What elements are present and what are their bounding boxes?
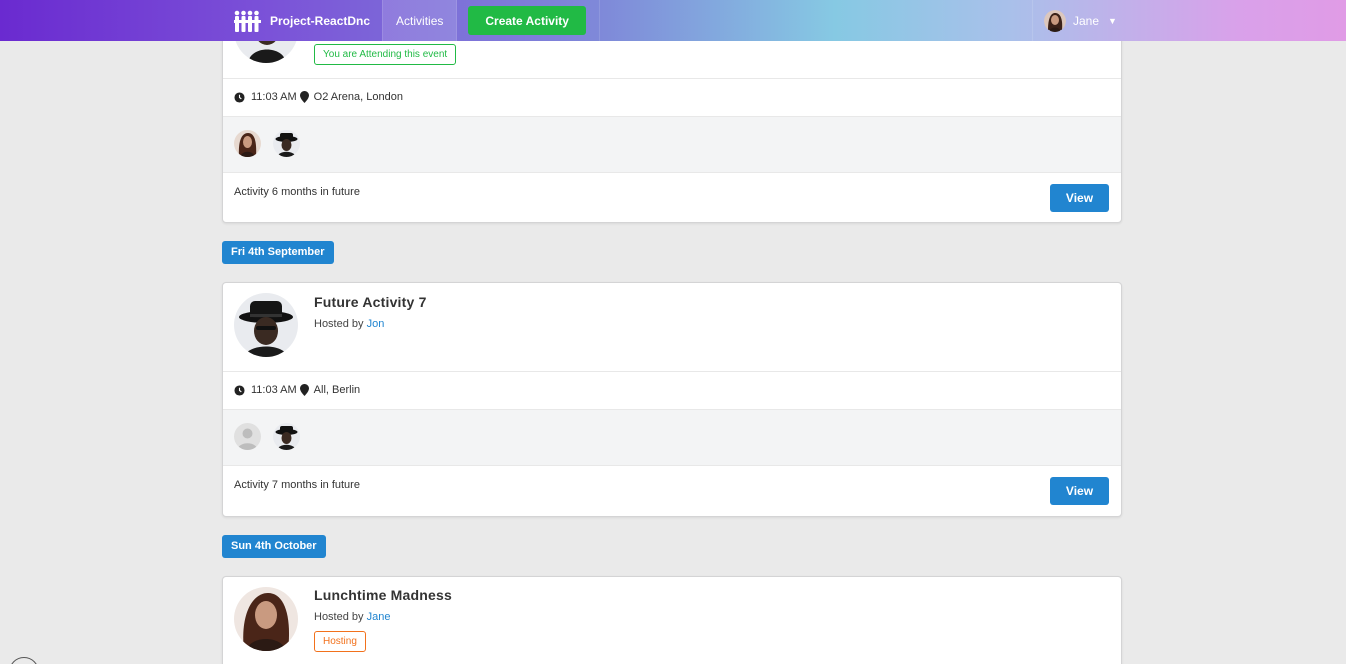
user-avatar: [1044, 9, 1066, 32]
nav-activities[interactable]: Activities: [382, 0, 458, 41]
logo-icon: [234, 10, 261, 32]
view-button[interactable]: View: [1050, 184, 1109, 212]
clock-icon: [234, 91, 245, 103]
brand-name: Project-ReactDnc: [270, 13, 371, 28]
activity-time: 11:03 AM: [251, 384, 297, 396]
activity-time: 11:03 AM: [251, 91, 297, 103]
hosted-by: Hosted by Jane: [314, 611, 390, 623]
attendee-avatar[interactable]: [273, 130, 300, 157]
host-link[interactable]: Jon: [367, 318, 385, 330]
activity-card: Lunchtime Madness Hosted by Jane Hosting: [222, 576, 1122, 664]
view-button[interactable]: View: [1050, 477, 1109, 505]
top-navbar: Project-ReactDnc Activities Create Activ…: [0, 0, 1346, 41]
hosting-badge: Hosting: [314, 631, 366, 652]
attendee-list: [234, 423, 312, 450]
brand-link[interactable]: Project-ReactDnc: [222, 0, 382, 41]
activity-card: Future Activity 7 Hosted by Jon 11:03 AM…: [222, 282, 1122, 517]
map-marker-icon: [299, 91, 309, 103]
attendee-avatar-placeholder[interactable]: [234, 423, 261, 450]
activity-description: Activity 6 months in future: [234, 186, 360, 198]
user-menu[interactable]: Jane ▼: [1032, 0, 1117, 41]
activity-title[interactable]: Lunchtime Madness: [314, 587, 452, 603]
user-name: Jane: [1073, 13, 1100, 28]
activity-description: Activity 7 months in future: [234, 479, 360, 491]
activity-venue: All, Berlin: [313, 384, 361, 396]
host-avatar: [234, 293, 298, 357]
attending-badge: You are Attending this event: [314, 44, 457, 65]
attendee-avatar[interactable]: [273, 423, 300, 450]
hosted-by: Hosted by Jon: [314, 318, 384, 330]
create-activity-button[interactable]: Create Activity: [468, 6, 586, 35]
floating-widget[interactable]: [9, 657, 39, 664]
date-group-label: Fri 4th September: [222, 241, 334, 264]
host-avatar: [234, 587, 298, 651]
caret-down-icon: ▼: [1108, 15, 1117, 26]
date-group-label: Sun 4th October: [222, 535, 326, 558]
hosted-by-prefix: Hosted by: [314, 611, 364, 623]
hosted-by-prefix: Hosted by: [314, 318, 364, 330]
attendee-list: [234, 130, 312, 157]
host-link[interactable]: Jane: [367, 611, 391, 623]
clock-icon: [234, 384, 245, 396]
attendee-avatar[interactable]: [234, 130, 261, 157]
map-marker-icon: [299, 384, 309, 396]
activity-title[interactable]: Future Activity 7: [314, 294, 427, 310]
activity-venue: O2 Arena, London: [313, 91, 403, 103]
